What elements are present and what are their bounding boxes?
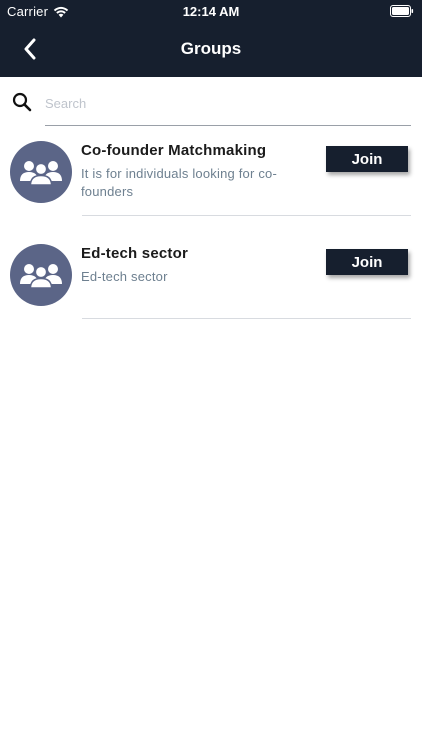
status-time: 12:14 AM xyxy=(182,4,240,19)
page-title: Groups xyxy=(180,39,242,58)
group-description: It is for individuals looking for co-fou… xyxy=(81,166,277,199)
join-button[interactable]: Join xyxy=(326,146,408,172)
row-divider xyxy=(82,215,411,216)
group-icon xyxy=(20,264,62,289)
row-divider xyxy=(82,318,411,319)
search-input[interactable] xyxy=(45,90,405,116)
search-icon xyxy=(12,92,32,112)
search-underline xyxy=(45,125,411,126)
group-name: Co-founder Matchmaking xyxy=(81,142,267,159)
list-item[interactable]: Ed-tech sector Ed-tech sector Join xyxy=(0,231,422,334)
group-icon xyxy=(20,161,62,186)
group-description: Ed-tech sector xyxy=(81,269,168,284)
status-bar: Carrier 12:14 AM xyxy=(0,0,422,22)
navigation-bar: Groups xyxy=(0,22,422,77)
top-bar: Carrier 12:14 AM Groups xyxy=(0,0,422,77)
list-item[interactable]: Co-founder Matchmaking It is for individ… xyxy=(0,128,422,231)
group-list: Co-founder Matchmaking It is for individ… xyxy=(0,128,422,334)
battery-icon xyxy=(390,5,414,17)
group-avatar xyxy=(10,244,72,306)
join-button[interactable]: Join xyxy=(326,249,408,275)
search-bar xyxy=(0,88,422,128)
group-avatar xyxy=(10,141,72,203)
group-name: Ed-tech sector xyxy=(81,245,188,262)
